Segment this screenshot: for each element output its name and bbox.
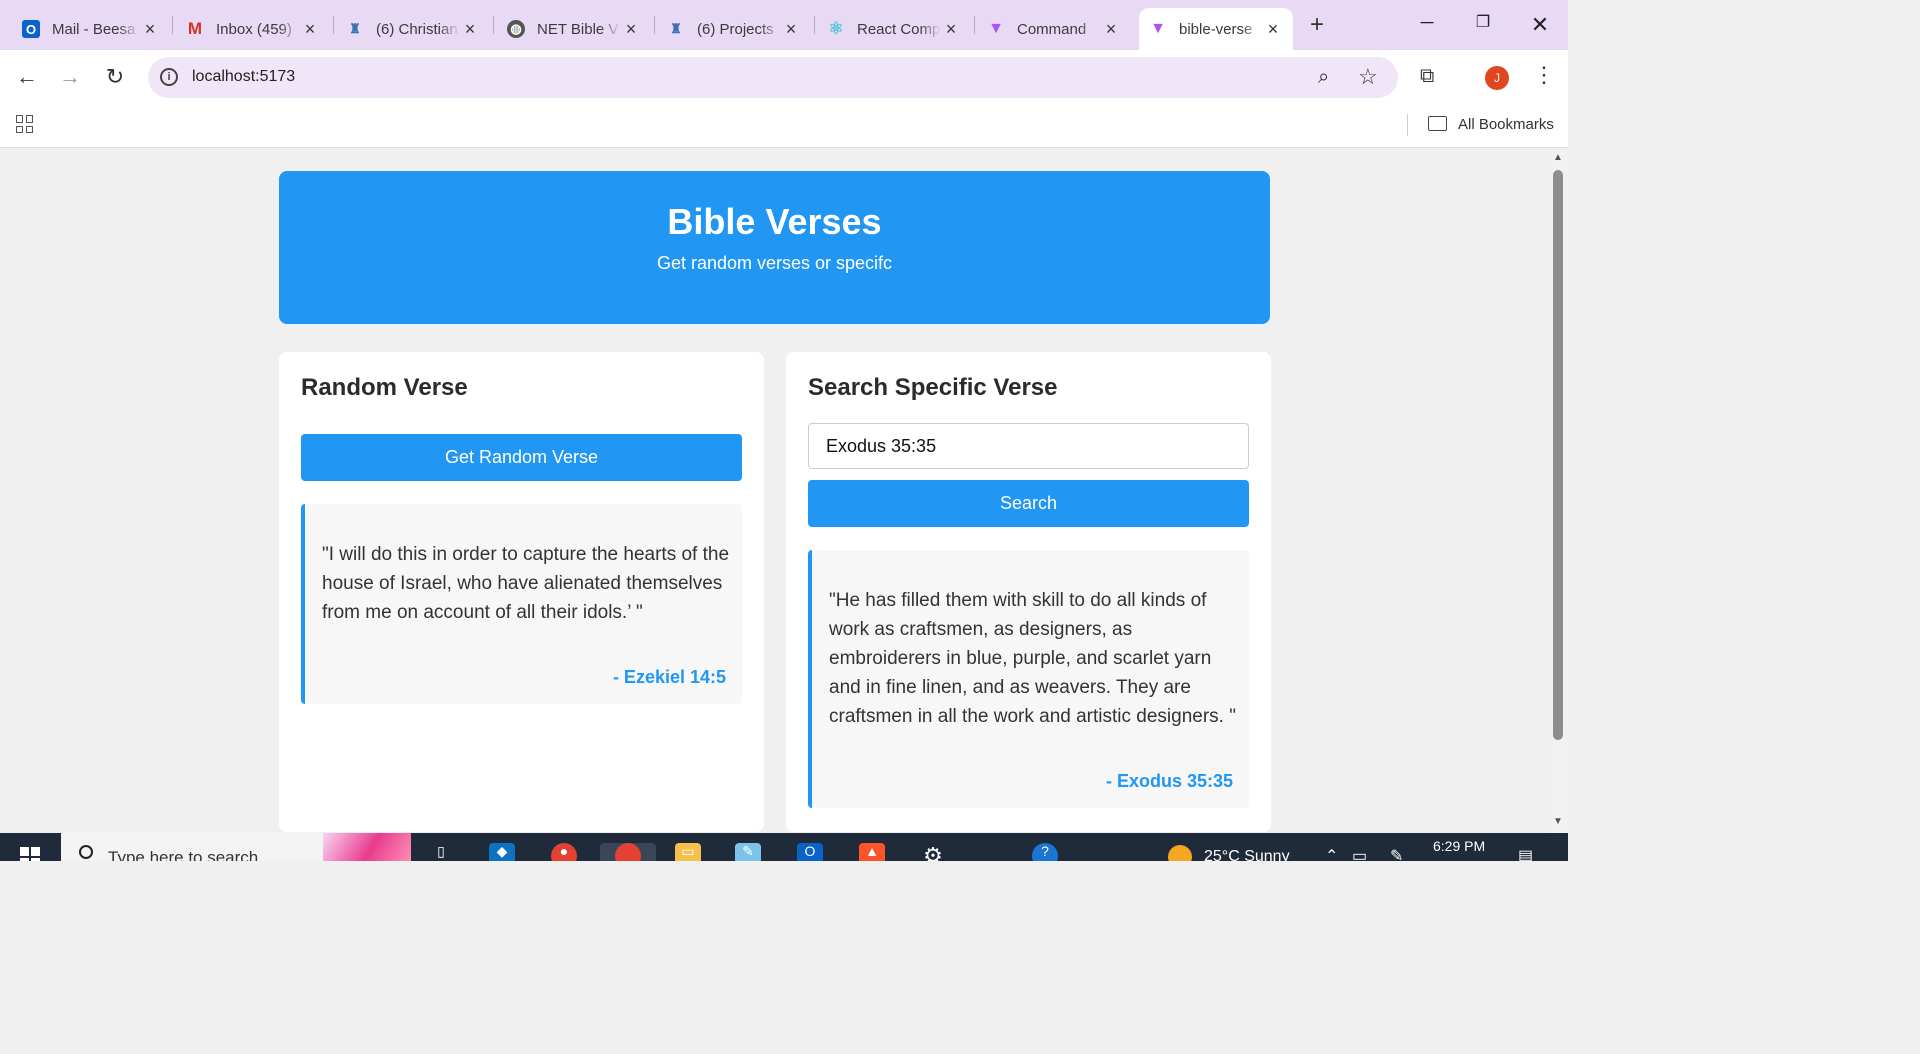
pen-icon[interactable]: ✎ (1390, 846, 1403, 861)
tab-projects[interactable]: ♜ (6) Projects × (645, 8, 811, 50)
tab-title: (6) Projects (697, 20, 774, 38)
reload-icon[interactable]: ↻ (102, 64, 128, 90)
url-text[interactable]: localhost:5173 (192, 68, 295, 86)
bookmark-star-icon[interactable]: ☆ (1358, 64, 1378, 90)
back-icon[interactable]: ← (14, 64, 40, 90)
search-verse-card: Search Specific Verse Search "He has fil… (786, 352, 1271, 832)
get-random-verse-button[interactable]: Get Random Verse (301, 434, 742, 481)
chrome-active-icon[interactable] (600, 843, 656, 861)
search-verse-display: "He has filled them with skill to do all… (808, 550, 1249, 808)
outlook-icon: O (22, 20, 40, 38)
close-icon[interactable]: × (460, 19, 480, 40)
outlook-icon[interactable]: O (797, 843, 823, 861)
new-tab-button[interactable]: + (1303, 12, 1331, 40)
folder-icon[interactable] (1428, 116, 1447, 131)
chrome-icon[interactable]: ● (551, 843, 577, 861)
page-subtitle: Get random verses or specifc (656, 253, 893, 273)
weather-sun-icon[interactable] (1168, 845, 1192, 861)
verse-search-input[interactable] (808, 423, 1249, 469)
brave-icon[interactable]: ▲ (859, 843, 885, 861)
tab-search-icon[interactable]: ⧉ (1420, 65, 1434, 88)
close-icon[interactable]: × (781, 19, 801, 40)
vite-icon: ▼ (988, 20, 1004, 37)
verse-text: "I will do this in order to capture the … (322, 544, 730, 623)
avatar[interactable]: J (1485, 66, 1509, 90)
scroll-up-icon[interactable]: ▲ (1553, 152, 1563, 163)
tab-title: Inbox (459) (216, 20, 292, 38)
close-icon[interactable]: × (140, 19, 160, 40)
scroll-down-icon[interactable]: ▼ (1553, 816, 1563, 827)
site-info-icon[interactable]: i (160, 68, 178, 86)
tab-net-bible[interactable]: ◍ NET Bible V × (485, 8, 651, 50)
windows-start-icon[interactable] (20, 847, 40, 861)
page-viewport: Bible Verses Get random verses or specif… (0, 148, 1550, 833)
page-header: Bible Verses Get random verses or specif… (279, 171, 1270, 324)
scrollbar-thumb[interactable] (1553, 170, 1563, 740)
close-icon[interactable]: × (1263, 19, 1283, 40)
tab-bible-verse[interactable]: ▼ bible-verse × (1139, 8, 1293, 50)
globe-icon: ◍ (507, 20, 525, 38)
random-verse-heading: Random Verse (301, 374, 468, 401)
vscode-icon[interactable]: ◆ (489, 843, 515, 861)
tab-title: (6) Christian (376, 20, 458, 38)
vite-icon: ▼ (1150, 20, 1166, 37)
tab-christian[interactable]: ♜ (6) Christian × (324, 8, 490, 50)
window-close-icon[interactable]: ✕ (1526, 12, 1554, 38)
search-highlight-image (323, 833, 411, 861)
page-scrollbar[interactable]: ▲ ▼ (1550, 148, 1568, 833)
windows-taskbar: Type here to search ▯ ◆ ● ▭ ✎ O ▲ ⚙ ? 25… (0, 833, 1568, 861)
weather-text[interactable]: 25°C Sunny (1204, 848, 1290, 861)
close-icon[interactable]: × (1101, 19, 1121, 40)
page-title: Bible Verses (667, 201, 882, 242)
app-icon: ♜ (670, 21, 682, 36)
close-icon[interactable]: × (941, 19, 961, 40)
address-bar[interactable]: i localhost:5173 ⌕ ☆ (148, 57, 1398, 98)
apps-grid-icon[interactable] (16, 115, 34, 133)
settings-gear-icon[interactable]: ⚙ (920, 843, 946, 861)
restore-icon[interactable]: ❐ (1469, 12, 1497, 38)
zoom-icon[interactable]: ⌕ (1318, 66, 1329, 89)
tab-gmail[interactable]: M Inbox (459) × (164, 8, 330, 50)
taskbar-search-placeholder: Type here to search (108, 848, 259, 861)
bookmarks-divider (1407, 114, 1408, 136)
help-icon[interactable]: ? (1032, 843, 1058, 861)
browser-tab-strip: O Mail - Beesa × M Inbox (459) × ♜ (6) C… (0, 0, 1568, 50)
search-button[interactable]: Search (808, 480, 1249, 527)
taskbar-clock[interactable]: 6:29 PM (1433, 838, 1485, 854)
tab-command[interactable]: ▼ Command × (965, 8, 1131, 50)
random-verse-card: Random Verse Get Random Verse "I will do… (279, 352, 764, 832)
verse-reference: - Exodus 35:35 (1105, 771, 1233, 791)
tab-mail[interactable]: O Mail - Beesa × (0, 8, 170, 50)
browser-toolbar: ← → ↻ i localhost:5173 ⌕ ☆ ⧉ J ⋮ (0, 50, 1568, 104)
random-verse-display: "I will do this in order to capture the … (301, 504, 742, 704)
forward-icon[interactable]: → (57, 64, 83, 90)
tab-title: Mail - Beesa (52, 20, 136, 38)
network-icon[interactable]: ▭ (1352, 846, 1367, 861)
notifications-icon[interactable]: ▤ (1518, 846, 1533, 861)
tab-title: NET Bible V (537, 20, 619, 38)
verse-reference: - Ezekiel 14:5 (612, 667, 726, 687)
tray-chevron-icon[interactable]: ⌃ (1325, 846, 1338, 861)
notepad-icon[interactable]: ✎ (735, 843, 761, 861)
minimize-icon[interactable]: ─ (1413, 12, 1441, 38)
tab-title: bible-verse (1179, 20, 1253, 38)
all-bookmarks-link[interactable]: All Bookmarks (1458, 116, 1554, 133)
menu-icon[interactable]: ⋮ (1533, 62, 1555, 88)
tab-title: React Comp (857, 20, 941, 38)
gmail-icon: M (187, 19, 203, 38)
verse-text: "He has filled them with skill to do all… (829, 590, 1236, 727)
tab-react[interactable]: ⚛ React Comp × (805, 8, 971, 50)
app-icon: ♜ (349, 21, 361, 36)
search-icon (79, 845, 93, 859)
close-icon[interactable]: × (621, 19, 641, 40)
react-icon: ⚛ (828, 19, 844, 38)
tab-title: Command (1017, 20, 1087, 38)
close-icon[interactable]: × (300, 19, 320, 40)
file-explorer-icon[interactable]: ▭ (675, 843, 701, 861)
taskbar-search[interactable]: Type here to search (61, 833, 411, 861)
search-verse-heading: Search Specific Verse (808, 374, 1058, 401)
bookmarks-bar: All Bookmarks (0, 104, 1568, 148)
task-view-icon[interactable]: ▯ (428, 843, 454, 861)
